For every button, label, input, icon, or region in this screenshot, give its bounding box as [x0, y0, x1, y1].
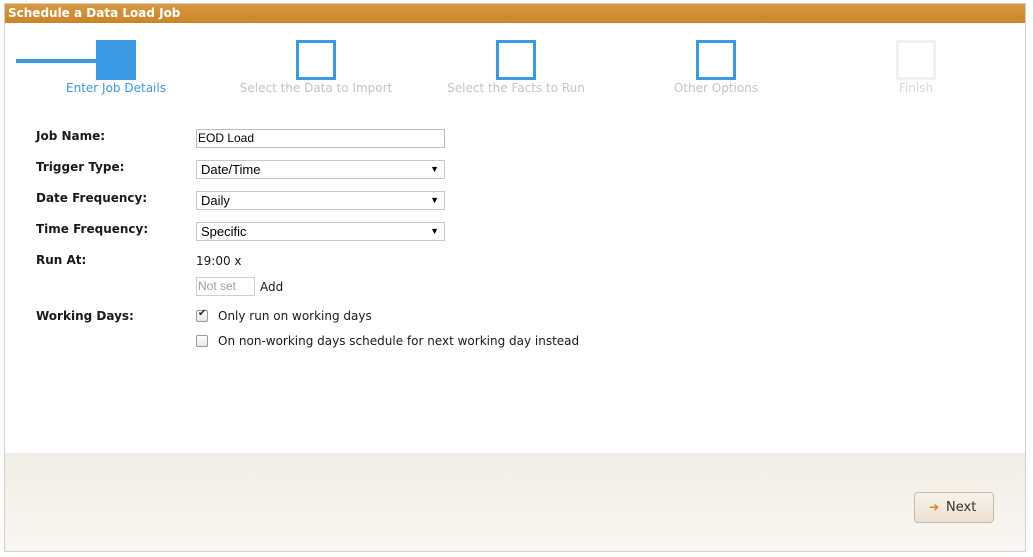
next-working-day-checkbox[interactable] — [196, 335, 208, 347]
step-3-indicator — [496, 40, 536, 80]
run-at-entry: 19:00 x — [196, 254, 242, 268]
dropdown-arrow-icon: ▼ — [430, 164, 439, 174]
dialog-window: Schedule a Data Load Job Enter Job Detai… — [4, 3, 1026, 552]
step-4-indicator — [696, 40, 736, 80]
job-name-input[interactable]: EOD Load — [196, 129, 445, 148]
dropdown-arrow-icon: ▼ — [430, 195, 439, 205]
only-working-days-checkbox[interactable] — [196, 308, 208, 322]
time-frequency-value: Specific — [201, 224, 247, 239]
next-button[interactable]: ➔ Next — [914, 492, 994, 523]
trigger-type-value: Date/Time — [201, 162, 261, 177]
date-frequency-value: Daily — [201, 193, 230, 208]
step-5-indicator — [896, 40, 936, 80]
remove-time-button[interactable]: x — [234, 254, 241, 268]
date-frequency-select[interactable]: Daily ▼ — [196, 191, 445, 210]
job-name-label: Job Name: — [36, 129, 106, 143]
time-frequency-label: Time Frequency: — [36, 222, 149, 236]
next-working-day-label: On non-working days schedule for next wo… — [218, 334, 580, 348]
working-days-label: Working Days: — [36, 309, 134, 323]
trigger-type-select[interactable]: Date/Time ▼ — [196, 160, 445, 179]
wizard-progress-line — [16, 59, 96, 63]
trigger-type-label: Trigger Type: — [36, 160, 125, 174]
next-button-label: Next — [946, 500, 977, 515]
step-1-label: Enter Job Details — [66, 81, 166, 95]
time-frequency-select[interactable]: Specific ▼ — [196, 222, 445, 241]
step-2-label: Select the Data to Import — [239, 81, 393, 95]
dropdown-arrow-icon: ▼ — [430, 226, 439, 236]
only-working-days-label: Only run on working days — [218, 309, 372, 323]
step-1-indicator — [96, 40, 136, 80]
run-at-time-input[interactable]: Not set — [196, 277, 255, 296]
step-5-label: Finish — [898, 81, 934, 95]
step-2-indicator — [296, 40, 336, 80]
add-time-button[interactable]: Add — [260, 280, 283, 294]
window-title: Schedule a Data Load Job — [8, 6, 181, 20]
date-frequency-label: Date Frequency: — [36, 191, 148, 205]
step-3-label: Select the Facts to Run — [447, 81, 585, 95]
run-at-time: 19:00 — [196, 254, 231, 268]
title-bar: Schedule a Data Load Job — [5, 4, 1025, 23]
run-at-label: Run At: — [36, 253, 87, 267]
step-4-label: Other Options — [673, 81, 759, 95]
dialog-footer — [5, 453, 1025, 551]
arrow-right-icon: ➔ — [929, 500, 940, 514]
